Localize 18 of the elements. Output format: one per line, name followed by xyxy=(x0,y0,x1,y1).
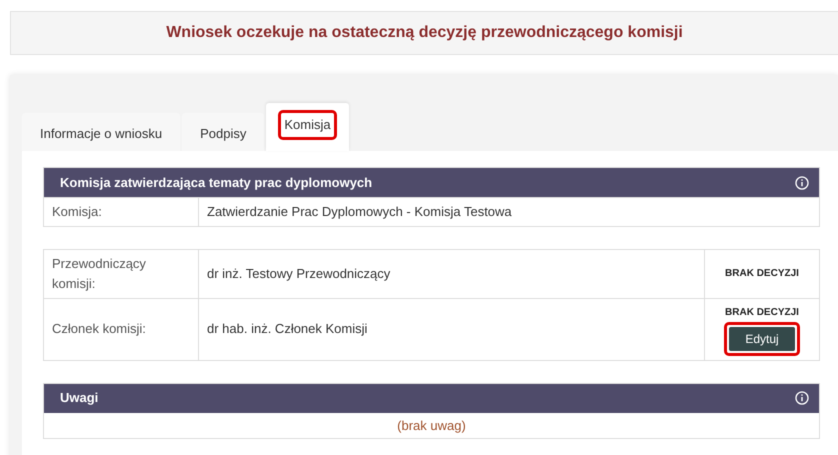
decision-status: BRAK DECYZJI xyxy=(725,306,799,320)
info-icon[interactable] xyxy=(795,176,809,190)
status-message: Wniosek oczekuje na ostateczną decyzję przewodniczącego komisji xyxy=(166,23,683,43)
section-title: Uwagi xyxy=(60,389,98,408)
table-cell: Przewodniczący komisji: xyxy=(44,250,199,298)
empty-notes-text: (brak uwag) xyxy=(396,416,467,435)
edit-button[interactable]: Edytuj xyxy=(729,326,795,350)
table-cell: Członek komisji: xyxy=(44,298,199,360)
table-cell-text: dr hab. inż. Członek Komisji xyxy=(206,320,368,338)
table-cell: Komisja: xyxy=(44,198,199,226)
table-cell-text: dr inż. Testowy Przewodniczący xyxy=(206,264,392,283)
table-cell-text: Zatwierdzanie Prac Dyplomowych - Komisja Testowa xyxy=(206,203,513,221)
decision-status: BRAK DECYZJI xyxy=(725,267,799,281)
tab[interactable]: Informacje o wniosku xyxy=(22,113,180,151)
info-icon[interactable] xyxy=(795,391,809,405)
tab[interactable]: Komisja xyxy=(266,103,349,151)
section-title: Komisja zatwierdzająca tematy prac dyplomowych xyxy=(60,174,372,192)
tab[interactable]: Podpisy xyxy=(182,113,264,151)
